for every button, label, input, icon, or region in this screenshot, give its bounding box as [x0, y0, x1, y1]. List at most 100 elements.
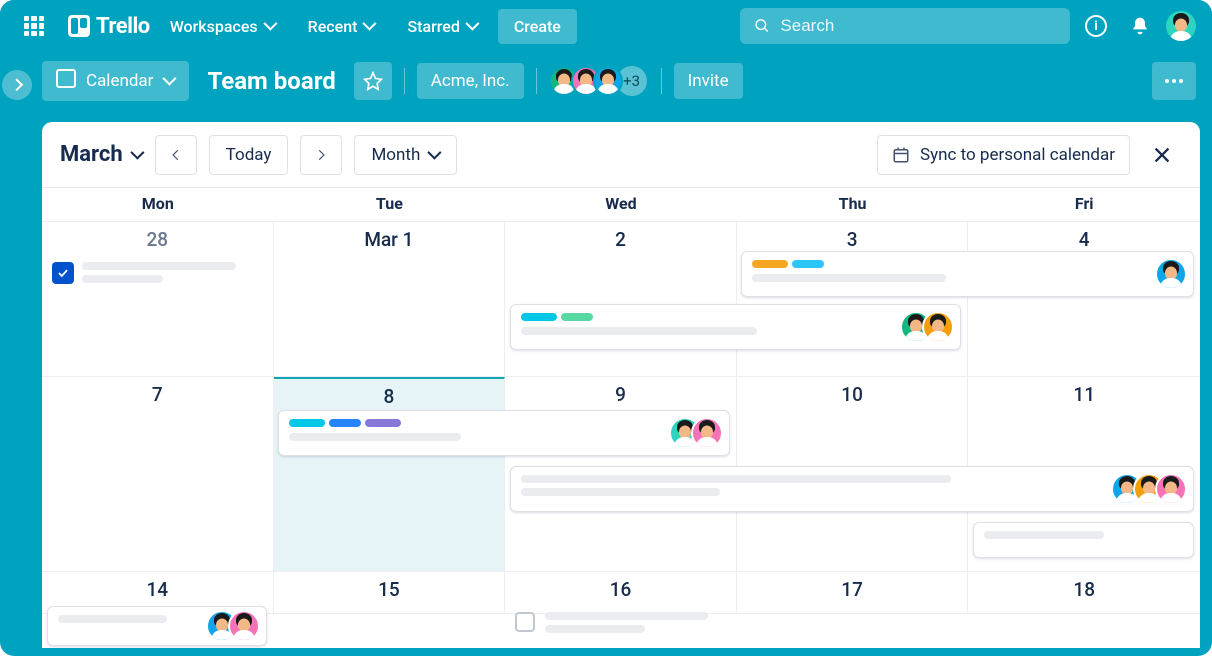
chevron-right-icon	[314, 148, 328, 162]
calendar-cell[interactable]: 15	[274, 572, 506, 614]
invite-button[interactable]: Invite	[674, 63, 743, 99]
calendar-cell[interactable]: Mar 1	[274, 222, 506, 377]
calendar-cell[interactable]: 16	[505, 572, 737, 614]
starred-label: Starred	[407, 17, 459, 36]
checkbox-checked-icon[interactable]	[52, 262, 74, 284]
day-number: 2	[513, 228, 728, 251]
calendar-card[interactable]	[510, 304, 962, 350]
chevron-left-icon	[169, 148, 183, 162]
calendar-card[interactable]	[278, 410, 730, 456]
sidebar-expand-button[interactable]	[2, 70, 32, 100]
view-switcher[interactable]: Calendar	[42, 61, 189, 101]
day-header: Fri	[968, 188, 1200, 222]
chevron-down-icon	[163, 75, 175, 87]
starred-menu[interactable]: Starred	[395, 9, 489, 44]
month-label: March	[60, 142, 123, 167]
day-number: 10	[745, 383, 960, 406]
chevron-down-icon	[428, 149, 440, 161]
board-more-menu[interactable]	[1152, 62, 1196, 100]
search-icon	[754, 17, 770, 35]
card-placeholder	[82, 262, 263, 288]
view-granularity-dropdown[interactable]: Month	[354, 135, 457, 175]
calendar-cell-today[interactable]: 8	[274, 377, 506, 572]
workspaces-menu[interactable]: Workspaces	[158, 9, 288, 44]
divider	[404, 68, 405, 94]
day-number: 16	[513, 578, 728, 601]
card-member-avatar	[691, 417, 723, 449]
star-icon	[363, 71, 383, 91]
day-number: 17	[745, 578, 960, 601]
card-member-avatar	[1155, 473, 1187, 505]
search-box[interactable]	[740, 8, 1070, 44]
calendar-cell[interactable]: 2	[505, 222, 737, 377]
recent-label: Recent	[308, 17, 358, 36]
day-number: 8	[282, 385, 497, 408]
trello-logo-icon	[68, 15, 90, 37]
sync-label: Sync to personal calendar	[920, 145, 1115, 165]
workspace-name: Acme, Inc.	[431, 71, 510, 91]
calendar-cell[interactable]: 17	[737, 572, 969, 614]
day-number: 7	[50, 383, 265, 406]
next-period-button[interactable]	[300, 135, 342, 175]
checkbox-unchecked-icon[interactable]	[515, 612, 535, 632]
calendar-icon	[56, 69, 76, 93]
board-title[interactable]: Team board	[207, 67, 335, 95]
view-label: Calendar	[86, 71, 153, 91]
calendar-card[interactable]	[973, 522, 1194, 558]
divider	[661, 68, 662, 94]
day-number: 4	[976, 228, 1192, 251]
calendar-cell[interactable]: 18	[968, 572, 1200, 614]
divider	[536, 68, 537, 94]
calendar-cell[interactable]: 4	[968, 222, 1200, 377]
card-member-avatar	[922, 311, 954, 343]
day-header: Tue	[274, 188, 506, 222]
close-icon	[1151, 144, 1173, 166]
day-number: 18	[976, 578, 1192, 601]
chevron-down-icon	[363, 20, 375, 32]
bell-icon	[1130, 16, 1150, 36]
calendar-card[interactable]	[741, 251, 1194, 297]
card-member-avatar	[1155, 258, 1187, 290]
day-number: Mar 1	[282, 228, 497, 251]
day-number: 14	[50, 578, 265, 601]
chevron-down-icon	[131, 149, 143, 161]
prev-period-button[interactable]	[155, 135, 197, 175]
day-number: 11	[976, 383, 1192, 406]
month-dropdown[interactable]: March	[60, 142, 143, 167]
workspace-button[interactable]: Acme, Inc.	[417, 63, 524, 99]
sync-calendar-button[interactable]: Sync to personal calendar	[877, 135, 1130, 175]
day-number: 28	[50, 228, 265, 251]
calendar-cell[interactable]: 28	[42, 222, 274, 377]
workspaces-label: Workspaces	[170, 17, 258, 36]
day-header: Thu	[737, 188, 969, 222]
board-members[interactable]: +3	[549, 64, 649, 98]
info-icon: i	[1085, 15, 1107, 37]
recent-menu[interactable]: Recent	[296, 9, 388, 44]
info-button[interactable]: i	[1078, 8, 1114, 44]
calendar-card[interactable]	[47, 606, 267, 646]
calendar-panel: March Today Month Sync to personal calen…	[42, 122, 1200, 648]
today-button[interactable]: Today	[209, 135, 289, 175]
calendar-grid: Mon Tue Wed Thu Fri 28 Mar 1 2 3 4 7 8 9…	[42, 188, 1200, 614]
create-button[interactable]: Create	[498, 9, 577, 44]
invite-label: Invite	[688, 71, 729, 91]
star-board-button[interactable]	[354, 62, 392, 100]
member-avatar[interactable]	[593, 66, 623, 96]
chevron-down-icon	[264, 20, 276, 32]
day-header: Mon	[42, 188, 274, 222]
close-calendar-button[interactable]	[1142, 135, 1182, 175]
brand-text: Trello	[96, 14, 150, 39]
chevron-down-icon	[466, 20, 478, 32]
calendar-card[interactable]	[510, 466, 1194, 512]
day-number: 9	[513, 383, 728, 406]
calendar-cell[interactable]: 3	[737, 222, 969, 377]
account-avatar[interactable]	[1166, 11, 1196, 41]
logo[interactable]: Trello	[68, 14, 150, 39]
calendar-icon	[892, 146, 910, 164]
day-number: 15	[282, 578, 497, 601]
calendar-cell[interactable]: 7	[42, 377, 274, 572]
day-header: Wed	[505, 188, 737, 222]
search-input[interactable]	[780, 16, 1056, 36]
notifications-button[interactable]	[1122, 8, 1158, 44]
app-switcher-icon[interactable]	[16, 8, 52, 44]
